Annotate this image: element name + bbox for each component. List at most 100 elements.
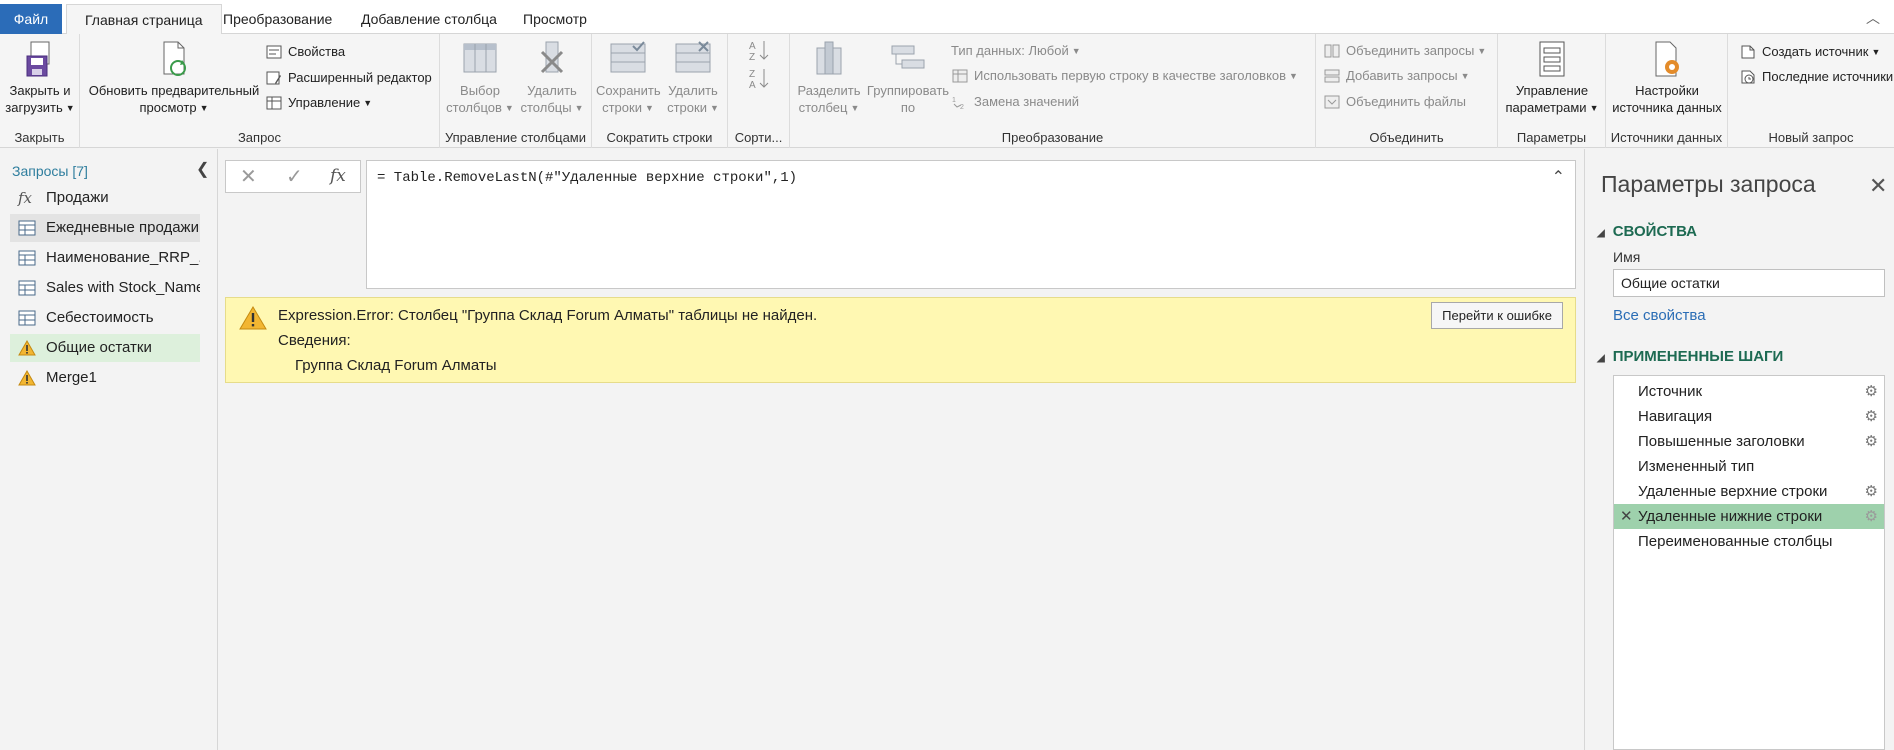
sort-ascending-button[interactable]: AZ bbox=[742, 38, 776, 66]
replace-values-button[interactable]: 12 Замена значений bbox=[952, 91, 1079, 113]
step-changed-type[interactable]: Измененный тип bbox=[1614, 454, 1884, 479]
tab-transform[interactable]: Преобразование bbox=[205, 4, 350, 34]
table-icon bbox=[18, 250, 36, 266]
query-item-label: Продажи bbox=[46, 189, 109, 206]
query-item-merge1[interactable]: Merge1 bbox=[10, 364, 200, 392]
query-item-daily-sales[interactable]: Ежедневные продажи bbox=[10, 214, 200, 242]
all-properties-link[interactable]: Все свойства bbox=[1613, 307, 1706, 324]
tab-view[interactable]: Просмотр bbox=[505, 4, 605, 34]
step-label: Измененный тип bbox=[1638, 458, 1755, 475]
applied-steps-section-header[interactable]: ◢ ПРИМЕНЕННЫЕ ШАГИ bbox=[1597, 348, 1783, 365]
svg-text:Z: Z bbox=[749, 52, 755, 62]
fx-insert-function-icon[interactable]: fx bbox=[330, 166, 346, 186]
properties-label: Свойства bbox=[288, 44, 346, 59]
query-item-label: Ежедневные продажи bbox=[46, 219, 199, 236]
svg-text:A: A bbox=[749, 80, 756, 90]
combine-files-button[interactable]: Объединить файлы bbox=[1324, 91, 1466, 113]
gear-icon[interactable]: ⚙ bbox=[1865, 379, 1878, 404]
manage-parameters-button[interactable]: Управление параметрами ▼ bbox=[1502, 40, 1602, 117]
remove-columns-label-2: столбцы bbox=[520, 100, 572, 115]
remove-rows-button[interactable]: Удалить строки ▼ bbox=[662, 40, 724, 117]
remove-rows-label-1: Удалить bbox=[668, 83, 718, 98]
group-by-button[interactable]: Группировать по bbox=[866, 40, 950, 116]
close-load-button[interactable]: Закрыть и загрузить ▼ bbox=[4, 40, 76, 117]
warning-icon bbox=[239, 306, 267, 330]
recent-sources-button[interactable]: Последние источники▼ bbox=[1740, 66, 1894, 88]
properties-section-header[interactable]: ◢ СВОЙСТВА bbox=[1597, 223, 1697, 240]
step-renamed-columns[interactable]: Переименованные столбцы bbox=[1614, 529, 1884, 554]
sort-descending-button[interactable]: ZA bbox=[742, 66, 776, 94]
query-item-rrp-name[interactable]: Наименование_RRP_... bbox=[10, 244, 200, 272]
refresh-preview-button[interactable]: Обновить предварительный просмотр ▼ bbox=[86, 40, 262, 117]
data-source-settings-icon bbox=[1655, 41, 1679, 77]
query-item-cost[interactable]: Себестоимость bbox=[10, 304, 200, 332]
formula-bar[interactable]: = Table.RemoveLastN(#"Удаленные верхние … bbox=[366, 160, 1576, 289]
step-navigation[interactable]: Навигация ⚙ bbox=[1614, 404, 1884, 429]
split-column-button[interactable]: Разделить столбец ▼ bbox=[796, 40, 862, 117]
collapse-ribbon-icon[interactable]: ︿ bbox=[1866, 8, 1880, 28]
delete-step-icon[interactable]: ✕ bbox=[1620, 504, 1633, 529]
gear-icon[interactable]: ⚙ bbox=[1865, 429, 1878, 454]
choose-columns-button[interactable]: Выбор столбцов ▼ bbox=[446, 40, 514, 117]
remove-rows-label-2: строки bbox=[667, 100, 707, 115]
append-queries-button[interactable]: Добавить запросы ▼ bbox=[1324, 65, 1470, 87]
data-type-dropdown[interactable]: Тип данных: Любой ▼ bbox=[951, 40, 1081, 62]
data-source-settings-button[interactable]: Настройки источника данных bbox=[1610, 40, 1724, 116]
cancel-formula-icon[interactable]: ✕ bbox=[240, 164, 257, 189]
gear-icon[interactable]: ⚙ bbox=[1865, 404, 1878, 429]
advanced-editor-button[interactable]: Расширенный редактор bbox=[266, 67, 432, 89]
group-label-parameters: Параметры bbox=[1516, 130, 1587, 145]
properties-button[interactable]: Свойства bbox=[266, 41, 345, 63]
manage-button[interactable]: Управление ▼ bbox=[266, 92, 372, 114]
gear-icon[interactable]: ⚙ bbox=[1865, 479, 1878, 504]
tab-home[interactable]: Главная страница bbox=[66, 4, 222, 35]
formula-buttons: ✕ ✓ fx bbox=[225, 160, 361, 193]
split-column-label-1: Разделить bbox=[797, 83, 861, 98]
tab-add-column[interactable]: Добавление столбца bbox=[343, 4, 515, 34]
query-name-input[interactable] bbox=[1613, 269, 1885, 297]
query-item-sales[interactable]: fx Продажи bbox=[10, 184, 200, 212]
collapse-formula-icon[interactable]: ⌃ bbox=[1552, 167, 1565, 187]
close-load-label-1: Закрыть и bbox=[9, 83, 71, 98]
name-label: Имя bbox=[1613, 249, 1641, 265]
error-message: Expression.Error: Столбец "Группа Склад … bbox=[278, 307, 818, 324]
step-removed-top-rows[interactable]: Удаленные верхние строки ⚙ bbox=[1614, 479, 1884, 504]
advanced-editor-label: Расширенный редактор bbox=[288, 70, 432, 85]
query-settings-pane: Параметры запроса ✕ ◢ СВОЙСТВА Имя Все св… bbox=[1584, 149, 1894, 750]
collapse-pane-icon[interactable]: ❮ bbox=[196, 159, 209, 179]
split-column-icon bbox=[816, 41, 842, 75]
formula-text[interactable]: = Table.RemoveLastN(#"Удаленные верхние … bbox=[377, 170, 797, 186]
query-item-total-stock[interactable]: Общие остатки bbox=[10, 334, 200, 362]
commit-formula-icon[interactable]: ✓ bbox=[286, 164, 303, 189]
replace-values-icon: 12 bbox=[952, 97, 964, 109]
group-label-new-query: Новый запрос bbox=[1768, 130, 1854, 145]
applied-steps-list: Источник ⚙ Навигация ⚙ Повышенные заголовк… bbox=[1613, 375, 1885, 750]
step-removed-bottom-rows[interactable]: ✕ Удаленные нижние строки ⚙ bbox=[1614, 504, 1884, 529]
warning-icon bbox=[18, 340, 36, 356]
step-label: Повышенные заголовки bbox=[1638, 433, 1805, 450]
query-item-sales-with-stock[interactable]: Sales with Stock_Name bbox=[10, 274, 200, 302]
append-queries-icon bbox=[1324, 69, 1340, 83]
first-row-header-button[interactable]: Использовать первую строку в качестве за… bbox=[952, 65, 1298, 87]
merge-queries-button[interactable]: Объединить запросы ▼ bbox=[1324, 40, 1486, 62]
remove-rows-icon bbox=[675, 41, 711, 73]
recent-sources-label: Последние источники bbox=[1762, 69, 1894, 84]
ribbon-group-transform: Разделить столбец ▼ Группировать по Тип д… bbox=[790, 34, 1316, 148]
gear-icon[interactable]: ⚙ bbox=[1865, 504, 1878, 529]
remove-columns-button[interactable]: Удалить столбцы ▼ bbox=[518, 40, 586, 117]
step-label: Навигация bbox=[1638, 408, 1713, 425]
keep-rows-button[interactable]: Сохранить строки ▼ bbox=[596, 40, 661, 117]
properties-header-label: СВОЙСТВА bbox=[1612, 223, 1697, 240]
close-icon[interactable]: ✕ bbox=[1869, 173, 1887, 199]
tab-file[interactable]: Файл bbox=[0, 4, 62, 34]
step-source[interactable]: Источник ⚙ bbox=[1614, 379, 1884, 404]
new-source-button[interactable]: Создать источник ▼ bbox=[1740, 41, 1880, 63]
ribbon-group-close: Закрыть и загрузить ▼ Закрыть bbox=[0, 34, 80, 148]
step-promoted-headers[interactable]: Повышенные заголовки ⚙ bbox=[1614, 429, 1884, 454]
goto-error-button[interactable]: Перейти к ошибке bbox=[1431, 302, 1563, 329]
refresh-label-1: Обновить предварительный bbox=[88, 83, 260, 98]
fx-icon: fx bbox=[18, 189, 33, 207]
group-by-label-1: Группировать bbox=[866, 83, 950, 98]
queries-header[interactable]: Запросы [7] bbox=[12, 163, 88, 179]
remove-columns-label-1: Удалить bbox=[527, 83, 577, 98]
